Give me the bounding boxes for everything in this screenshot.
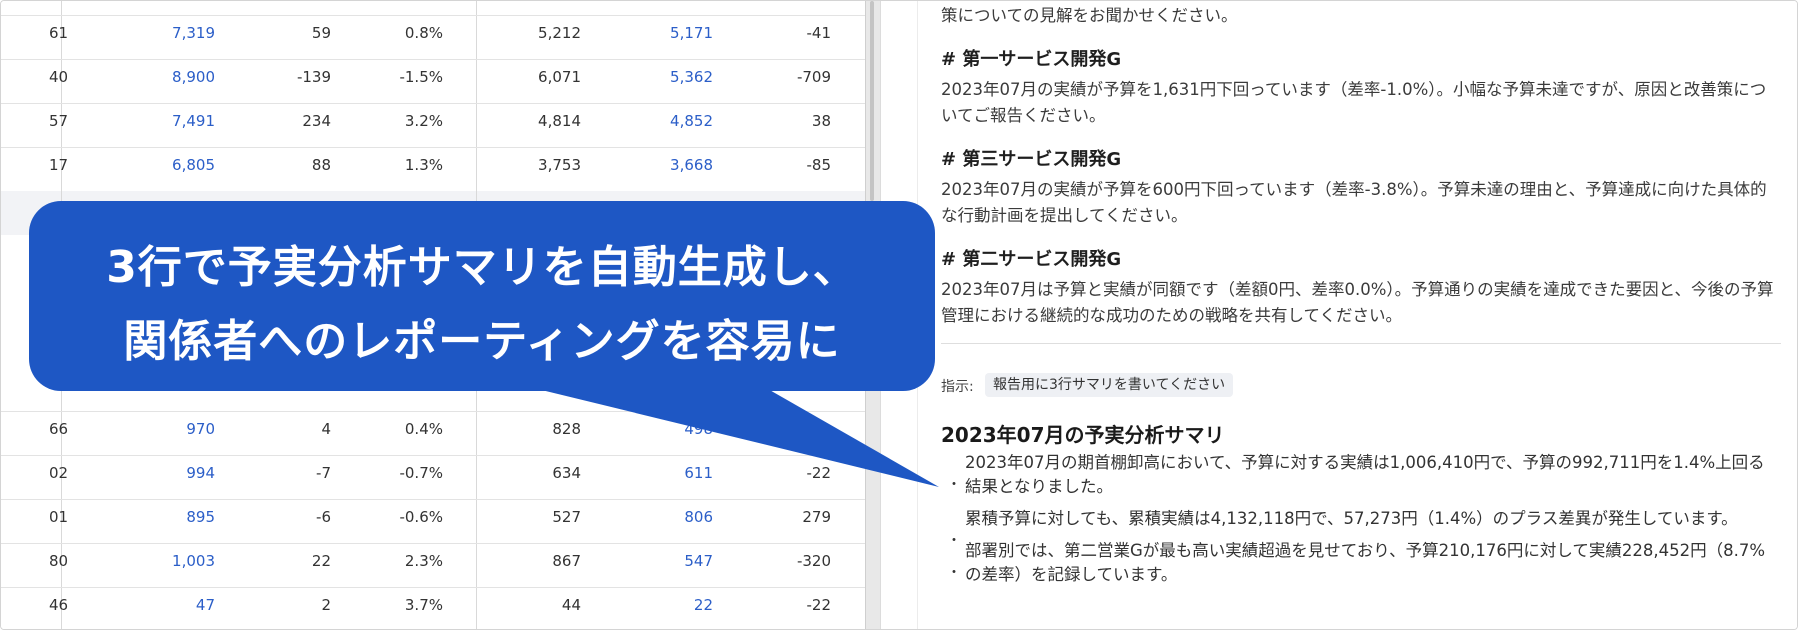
callout-line-2: 関係者へのレポーティングを容易に [123,316,841,367]
rate-cell: 3.2% [404,112,443,130]
summary-item: ・累積予算に対しても、累積実績は4,132,118円で、57,273円（1.4%… [941,507,1776,549]
intro-tail-text: 策についての見解をお聞かせください。 [941,6,1238,25]
variance-cell: -709 [796,68,831,86]
result-cell[interactable]: 611 [581,451,713,495]
rate-cell: -0.7% [399,464,443,482]
instruction-chip[interactable]: 報告用に3行サマリを書いてください [985,373,1234,397]
diff-cell: 2 [321,596,331,614]
rate-cell: 3.7% [404,596,443,614]
section-body: 2023年07月は予算と実績が同額です（差額0円、差率0.0%）。予算通りの実績… [941,280,1774,325]
rate-cell: 0.8% [404,24,443,42]
budget-cell: 867 [552,552,581,570]
result-cell[interactable]: 4,852 [581,99,713,143]
diff-cell: 234 [302,112,331,130]
variance-cell: -22 [806,596,832,614]
actual-cell[interactable]: 1,003 [81,539,215,583]
section-divider [941,343,1781,344]
variance-cell: 279 [802,508,831,526]
id-cell: 17 [49,156,69,174]
rate-cell: -1.5% [399,68,443,86]
variance-cell: -320 [796,552,831,570]
diff-cell: 88 [311,156,331,174]
result-cell[interactable]: 547 [581,539,713,583]
diff-cell: 59 [311,24,331,42]
summary-item: ・ 2023年07月の期首棚卸高において、予算に対する実績は1,006,410円で… [941,451,1776,499]
budget-cell: 527 [552,508,581,526]
diff-cell: -7 [316,464,331,482]
budget-cell: 44 [561,596,581,614]
summary-item-text: 部署別では、第二営業Gが最も高い実績超過を見せており、予算210,176円に対し… [965,541,1766,584]
section-body: 2023年07月の実績が予算を1,631円下回っています（差率-1.0%）。小幅… [941,80,1767,125]
budget-cell: 828 [552,420,581,438]
rate-cell: 2.3% [404,552,443,570]
summary-item-text: 累積予算に対しても、累積実績は4,132,118円で、57,273円（1.4%）… [965,509,1738,528]
screenshot-frame: 61 7,319 59 0.8% 5,212 5,171 -41 40 8,900 -139 -1.… [0,0,1798,630]
id-cell: 40 [49,68,69,86]
variance-cell: -41 [806,24,832,42]
id-cell: 01 [49,508,69,526]
rate-cell: 0.4% [404,420,443,438]
summary-item: ・部署別では、第二営業Gが最も高い実績超過を見せており、予算210,176円に対… [941,539,1776,587]
variance-cell: -85 [806,156,832,174]
summary-item-text: 2023年07月の期首棚卸高において、予算に対する実績は1,006,410円で、… [965,453,1765,496]
budget-cell: 6,071 [538,68,581,86]
section-heading: # 第二サービス開発G [941,249,1122,270]
budget-cell: 4,814 [538,112,581,130]
instruction-label: 指示: [941,379,974,395]
id-cell: 57 [49,112,69,130]
actual-cell[interactable]: 895 [81,495,215,539]
actual-cell[interactable]: 994 [81,451,215,495]
variance-cell: 38 [811,112,831,130]
result-cell[interactable]: 22 [581,583,713,627]
section-heading: # 第三サービス開発G [941,149,1122,170]
callout-bubble: 3行で予実分析サマリを自動生成し、 関係者へのレポーティングを容易に [29,201,935,391]
bullet-dot: ・ [947,565,961,581]
variance-cell: -22 [806,464,832,482]
id-cell: 02 [49,464,69,482]
id-cell: 61 [49,24,69,42]
id-cell: 80 [49,552,69,570]
actual-cell[interactable]: 6,805 [81,143,215,187]
actual-cell[interactable]: 8,900 [81,55,215,99]
actual-cell[interactable]: 970 [81,407,215,451]
section-body: 2023年07月の実績が予算を600円下回っています（差率-3.8%）。予算未達… [941,180,1767,225]
id-cell: 66 [49,420,69,438]
budget-cell: 634 [552,464,581,482]
actual-cell[interactable]: 47 [81,583,215,627]
diff-cell: -6 [316,508,331,526]
rate-cell: -0.6% [399,508,443,526]
budget-cell: 5,212 [538,24,581,42]
actual-cell[interactable]: 7,319 [81,11,215,55]
splitter-grip[interactable] [870,1,874,201]
diff-cell: -139 [296,68,331,86]
section-heading: # 第一サービス開発G [941,49,1122,70]
summary-title: 2023年07月の予実分析サマリ [941,423,1225,447]
result-cell[interactable]: 3,668 [581,143,713,187]
rate-cell: 1.3% [404,156,443,174]
diff-cell: 4 [321,420,331,438]
variance-cell [713,407,831,451]
result-cell[interactable]: 5,171 [581,11,713,55]
result-cell[interactable]: 498 [581,407,713,451]
report-panel: 策についての見解をお聞かせください。 # 第一サービス開発G 2023年07月の… [881,1,1797,629]
actual-cell[interactable]: 7,491 [81,99,215,143]
id-cell: 46 [49,596,69,614]
bullet-dot: ・ [947,477,961,493]
summary-list: ・ 2023年07月の期首棚卸高において、予算に対する実績は1,006,410円で… [941,451,1776,595]
diff-cell: 22 [311,552,331,570]
result-cell[interactable]: 5,362 [581,55,713,99]
budget-cell: 3,753 [538,156,581,174]
result-cell[interactable]: 806 [581,495,713,539]
callout-line-1: 3行で予実分析サマリを自動生成し、 [106,242,858,293]
